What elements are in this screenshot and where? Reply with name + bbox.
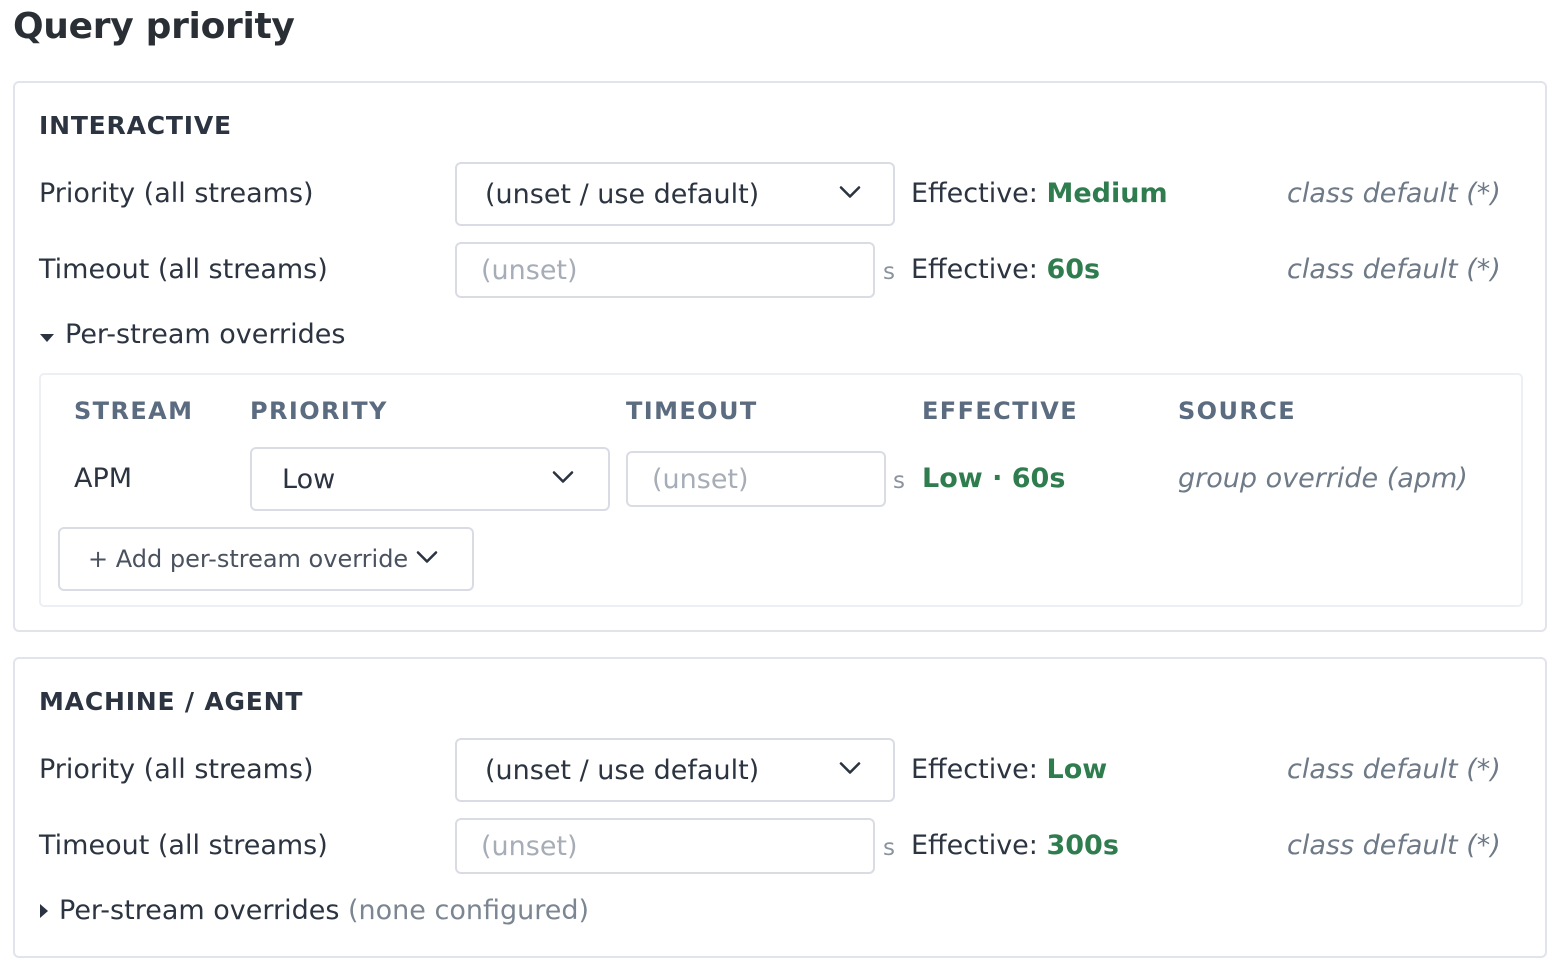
override-priority-value: Low <box>282 463 336 495</box>
timeout-effective: Effective: 60s <box>911 254 1100 285</box>
chevron-down-icon <box>416 550 438 569</box>
column-header-effective: EFFECTIVE <box>922 397 1079 425</box>
effective-prefix: Effective: <box>911 254 1047 285</box>
override-timeout-input[interactable]: (unset) <box>626 451 886 507</box>
timeout-unit: s <box>883 259 895 285</box>
priority-select[interactable]: (unset / use default) <box>455 738 895 802</box>
page-title: Query priority <box>13 6 295 47</box>
chevron-down-icon <box>552 470 574 489</box>
chevron-down-icon <box>839 761 861 780</box>
add-per-stream-override-button[interactable]: + Add per-stream override <box>58 527 474 591</box>
caret-down-icon <box>39 319 55 350</box>
timeout-input[interactable]: (unset) <box>455 242 875 298</box>
effective-value: Low <box>1046 754 1108 785</box>
priority-source: class default (*) <box>1287 178 1501 209</box>
effective-value: 300s <box>1046 830 1119 861</box>
per-stream-overrides-toggle[interactable]: Per-stream overrides (none configured) <box>39 895 589 926</box>
section-title-interactive: INTERACTIVE <box>39 111 232 140</box>
priority-select[interactable]: (unset / use default) <box>455 162 895 226</box>
column-header-timeout: TIMEOUT <box>626 397 758 425</box>
override-effective: Low · 60s <box>922 463 1066 494</box>
per-stream-overrides-toggle[interactable]: Per-stream overrides <box>39 319 345 350</box>
timeout-input[interactable]: (unset) <box>455 818 875 874</box>
per-stream-overrides-label: Per-stream overrides (none configured) <box>59 895 589 926</box>
priority-effective: Effective: Low <box>911 754 1107 785</box>
timeout-label: Timeout (all streams) <box>39 830 328 861</box>
effective-prefix: Effective: <box>911 754 1047 785</box>
override-source: group override (apm) <box>1178 463 1468 494</box>
override-priority-select[interactable]: Low <box>250 447 610 511</box>
interactive-card: INTERACTIVE Priority (all streams) (unse… <box>13 81 1547 632</box>
section-title-machine-agent: MACHINE / AGENT <box>39 687 304 716</box>
column-header-priority: PRIORITY <box>250 397 388 425</box>
machine-agent-card: MACHINE / AGENT Priority (all streams) (… <box>13 657 1547 958</box>
priority-effective: Effective: Medium <box>911 178 1168 209</box>
effective-prefix: Effective: <box>911 830 1047 861</box>
priority-label: Priority (all streams) <box>39 178 314 209</box>
priority-select-value: (unset / use default) <box>485 754 760 786</box>
priority-source: class default (*) <box>1287 754 1501 785</box>
effective-prefix: Effective: <box>911 178 1047 209</box>
effective-value: Medium <box>1046 178 1168 209</box>
timeout-source: class default (*) <box>1287 830 1501 861</box>
per-stream-overrides-panel: STREAM PRIORITY TIMEOUT EFFECTIVE SOURCE… <box>39 373 1523 607</box>
caret-right-icon <box>39 895 49 926</box>
chevron-down-icon <box>839 185 861 204</box>
column-header-stream: STREAM <box>74 397 194 425</box>
timeout-effective: Effective: 300s <box>911 830 1119 861</box>
override-timeout-unit: s <box>893 468 905 494</box>
timeout-source: class default (*) <box>1287 254 1501 285</box>
priority-label: Priority (all streams) <box>39 754 314 785</box>
timeout-unit: s <box>883 835 895 861</box>
effective-value: 60s <box>1046 254 1101 285</box>
per-stream-overrides-text: Per-stream overrides <box>59 895 340 926</box>
priority-select-value: (unset / use default) <box>485 178 760 210</box>
per-stream-overrides-label: Per-stream overrides <box>65 319 346 350</box>
column-header-source: SOURCE <box>1178 397 1297 425</box>
timeout-label: Timeout (all streams) <box>39 254 328 285</box>
override-stream-name: APM <box>74 463 133 494</box>
none-configured-note: (none configured) <box>348 895 589 926</box>
add-override-label: + Add per-stream override <box>88 545 409 573</box>
